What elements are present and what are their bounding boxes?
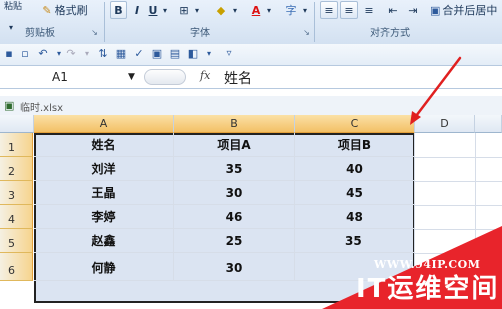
ribbon-separator: [314, 2, 315, 42]
chart-icon[interactable]: ◧: [186, 47, 200, 61]
paste-label[interactable]: 粘贴: [2, 0, 24, 12]
gridline: [415, 229, 502, 230]
border-dropdown-icon[interactable]: ▾: [192, 1, 202, 19]
format-painter-icon: ✎: [42, 3, 52, 17]
table-cell[interactable]: 刘洋: [34, 157, 174, 181]
quick-access-toolbar: ▪ ▫ ↶ ▾ ↷ ▾ ⇅ ▦ ✓ ▣ ▤ ◧ ▾ ▿: [0, 44, 502, 66]
watermark-url: WWW.94IP.COM: [374, 258, 481, 271]
row-header[interactable]: 1: [0, 133, 33, 157]
underline-dropdown-icon[interactable]: ▾: [160, 1, 170, 19]
preview-icon[interactable]: ▣: [150, 47, 164, 61]
phonetic-icon[interactable]: 字: [282, 1, 300, 19]
column-header-e[interactable]: [475, 115, 502, 133]
name-box[interactable]: A1 ▼: [0, 69, 140, 85]
fill-color-icon[interactable]: ◆: [212, 1, 230, 19]
decrease-indent-icon[interactable]: ⇤: [384, 1, 402, 19]
table-icon[interactable]: ▦: [114, 47, 128, 61]
group-label-font: 字体: [190, 28, 210, 39]
merge-icon: ▣: [430, 3, 441, 17]
table-cell[interactable]: 30: [174, 181, 295, 205]
name-box-dropdown-icon[interactable]: ▼: [128, 69, 135, 85]
align-center-icon[interactable]: ≡: [340, 1, 358, 19]
table-cell[interactable]: 项目A: [174, 133, 295, 157]
table-cell[interactable]: 姓名: [34, 133, 174, 157]
column-header-b[interactable]: B: [174, 115, 295, 133]
phonetic-dropdown-icon[interactable]: ▾: [300, 1, 310, 19]
gridline: [415, 253, 502, 254]
font-launcher-icon[interactable]: ↘: [302, 28, 311, 37]
table-cell[interactable]: 30: [174, 253, 295, 281]
formula-content: 姓名: [224, 71, 252, 87]
group-label-clipboard: 剪贴板: [25, 28, 55, 39]
save-icon[interactable]: ▪: [2, 47, 16, 61]
column-header-d[interactable]: D: [415, 115, 475, 133]
table-cell[interactable]: 48: [295, 205, 415, 229]
table-cell[interactable]: 45: [295, 181, 415, 205]
customize-qat-icon[interactable]: ▿: [222, 47, 236, 61]
new-icon[interactable]: ▫: [18, 47, 32, 61]
formula-expand-handle[interactable]: [144, 69, 186, 85]
font-color-dropdown-icon[interactable]: ▾: [264, 1, 274, 19]
align-right-icon[interactable]: ≡: [360, 1, 378, 19]
name-box-value: A1: [52, 70, 68, 84]
align-left-icon[interactable]: ≡: [320, 1, 338, 19]
row-header[interactable]: 3: [0, 181, 33, 205]
clipboard-launcher-icon[interactable]: ↘: [90, 28, 99, 37]
group-label-alignment: 对齐方式: [370, 28, 410, 39]
workbook-titlebar: ▣ 临时.xlsx: [0, 96, 502, 116]
border-icon[interactable]: ⊞: [176, 1, 192, 19]
table-cell[interactable]: 王晶: [34, 181, 174, 205]
row-header[interactable]: 2: [0, 157, 33, 181]
format-painter-button[interactable]: ✎ 格式刷: [30, 1, 100, 19]
grid-icon[interactable]: ▤: [168, 47, 182, 61]
row-header[interactable]: 6: [0, 253, 33, 281]
excel-file-icon: ▣: [4, 99, 15, 112]
workbook-title: 临时.xlsx: [20, 103, 64, 114]
formula-area[interactable]: fx 姓名: [140, 68, 502, 87]
merge-center-button[interactable]: ▣ 合并后居中: [430, 1, 502, 19]
redo-icon[interactable]: ↷: [64, 47, 78, 61]
increase-indent-icon[interactable]: ⇥: [404, 1, 422, 19]
table-cell[interactable]: 35: [174, 157, 295, 181]
row-header[interactable]: 5: [0, 229, 33, 253]
fx-icon[interactable]: fx: [200, 69, 210, 82]
gridline: [415, 181, 502, 182]
ribbon-separator: [104, 2, 105, 42]
watermark-brand: IT运维空间: [356, 274, 500, 304]
redo-dropdown-icon[interactable]: ▾: [80, 47, 94, 61]
bold-button[interactable]: B: [110, 1, 127, 19]
table-cell[interactable]: 李婷: [34, 205, 174, 229]
ribbon: 粘贴 ✎ 格式刷 ▾ B I U ▾ ⊞ ▾ ◆ ▾ A ▾ 字 ▾ ≡ ≡ ≡…: [0, 0, 502, 45]
sort-icon[interactable]: ⇅: [96, 47, 110, 61]
table-cell[interactable]: 赵鑫: [34, 229, 174, 253]
formula-bar: A1 ▼ fx 姓名: [0, 66, 502, 89]
column-header-c[interactable]: C: [295, 115, 415, 133]
gridline: [415, 205, 502, 206]
table-cell[interactable]: 35: [295, 229, 415, 253]
font-color-icon[interactable]: A: [248, 1, 264, 19]
row-header[interactable]: 4: [0, 205, 33, 229]
table-cell[interactable]: 46: [174, 205, 295, 229]
table-cell[interactable]: 40: [295, 157, 415, 181]
gridline: [415, 157, 502, 158]
fill-dropdown-icon[interactable]: ▾: [230, 1, 240, 19]
table-cell[interactable]: 何静: [34, 253, 174, 281]
select-all-corner[interactable]: [0, 115, 34, 133]
table-cell[interactable]: 25: [174, 229, 295, 253]
table-cell[interactable]: 项目B: [295, 133, 415, 157]
italic-button[interactable]: I: [130, 1, 144, 19]
undo-icon[interactable]: ↶: [36, 47, 50, 61]
underline-button[interactable]: U: [146, 1, 160, 19]
spell-icon[interactable]: ✓: [132, 47, 146, 61]
chart-dropdown-icon[interactable]: ▾: [202, 47, 216, 61]
column-header-a[interactable]: A: [34, 115, 174, 133]
